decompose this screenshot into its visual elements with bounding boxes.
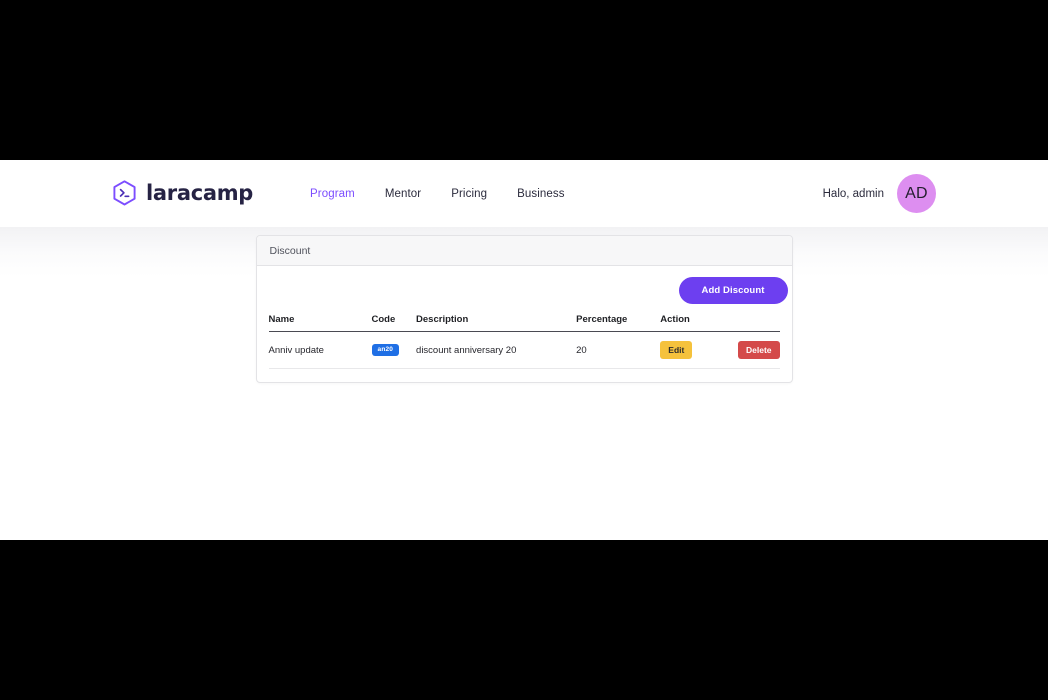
cell-description: discount anniversary 20 [416,331,577,370]
avatar[interactable]: AD [897,174,936,213]
nav-item-program[interactable]: Program [310,188,355,200]
delete-button[interactable]: Delete [737,341,780,360]
column-header-name: Name [268,311,372,332]
table-body: Anniv update an20 discount anniversary 2… [268,331,780,370]
discount-table: Name Code Description Percentage Action … [268,311,780,370]
letterbox-top [0,0,1048,160]
user-area: Halo, admin AD [823,174,936,213]
nav-item-business[interactable]: Business [517,188,564,200]
column-header-action: Action [660,311,780,332]
brand-wordmark: laracamp [146,181,254,205]
column-header-description: Description [416,311,577,332]
add-discount-button[interactable]: Add Discount [678,277,788,304]
code-badge: an20 [371,343,400,357]
discount-card: Discount Add Discount Name Code Descript… [255,235,793,384]
hexagon-terminal-icon [112,180,137,207]
cell-percentage: 20 [576,331,661,370]
brand-logo[interactable]: laracamp [112,180,253,207]
table-header-row: Name Code Description Percentage Action [268,311,780,332]
letterbox-bottom [0,540,1048,700]
cell-code: an20 [371,331,417,370]
page-content: Discount Add Discount Name Code Descript… [0,227,1048,540]
cell-action: Edit Delete [660,331,780,370]
table-row: Anniv update an20 discount anniversary 2… [268,331,780,370]
card-title: Discount [256,236,792,266]
column-header-code: Code [371,311,417,332]
nav-item-mentor[interactable]: Mentor [385,188,421,200]
card-body: Add Discount Name Code Description Perce… [257,266,792,382]
nav-item-pricing[interactable]: Pricing [451,188,487,200]
user-greeting: Halo, admin [822,187,884,200]
edit-button[interactable]: Edit [660,341,693,360]
site-header: laracamp Program Mentor Pricing Business… [0,160,1048,227]
table-head: Name Code Description Percentage Action [268,311,780,332]
card-toolbar: Add Discount [269,277,788,304]
primary-navigation: Program Mentor Pricing Business [310,188,565,200]
cell-name: Anniv update [268,331,372,370]
column-header-percentage: Percentage [576,311,661,332]
browser-viewport: laracamp Program Mentor Pricing Business… [0,160,1048,540]
